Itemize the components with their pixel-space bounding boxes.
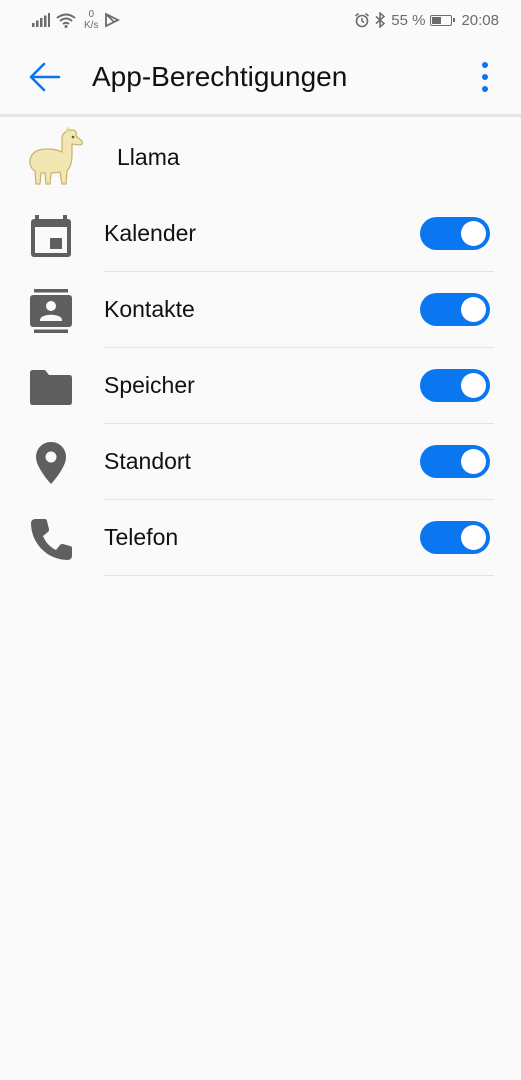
page-title: App-Berechtigungen (92, 61, 348, 92)
permission-row-standort[interactable]: Standort (0, 424, 521, 500)
play-store-icon (105, 12, 121, 28)
permission-label: Standort (104, 448, 191, 474)
clock: 20:08 (461, 11, 499, 29)
status-bar: 0 K/s 55 % 20:08 (0, 0, 521, 40)
back-button[interactable] (28, 60, 62, 94)
arrow-left-icon (29, 62, 61, 92)
toggle-knob (461, 221, 486, 246)
battery-icon (430, 14, 456, 26)
app-bar: App-Berechtigungen (0, 40, 521, 117)
llama-app-icon (29, 126, 83, 185)
alarm-icon (355, 12, 370, 28)
network-speed: 0 K/s (84, 9, 98, 31)
status-left: 0 K/s (32, 9, 121, 31)
battery-percent: 55 % (391, 11, 426, 29)
permission-label: Kontakte (104, 296, 195, 322)
bluetooth-icon (375, 12, 386, 28)
permission-row-telefon[interactable]: Telefon (0, 500, 521, 576)
toggle-knob (461, 297, 486, 322)
permission-toggle-standort[interactable] (420, 445, 490, 478)
toggle-knob (461, 373, 486, 398)
toggle-knob (461, 525, 486, 550)
permission-row-kalender[interactable]: Kalender (0, 196, 521, 272)
more-options-button[interactable] (470, 58, 500, 96)
more-vert-icon (482, 62, 488, 92)
permission-row-speicher[interactable]: Speicher (0, 348, 521, 424)
permission-toggle-kontakte[interactable] (420, 293, 490, 326)
permission-label: Speicher (104, 372, 195, 398)
permission-row-kontakte[interactable]: Kontakte (0, 272, 521, 348)
calendar-icon (31, 215, 71, 257)
folder-icon (30, 370, 72, 405)
status-right: 55 % 20:08 (354, 9, 499, 31)
phone-icon (31, 519, 72, 560)
location-pin-icon (36, 442, 66, 484)
divider (104, 575, 494, 576)
wifi-icon (56, 13, 76, 28)
signal-icon (32, 13, 50, 27)
permission-label: Telefon (104, 524, 179, 550)
permission-toggle-kalender[interactable] (420, 217, 490, 250)
permission-toggle-telefon[interactable] (420, 521, 490, 554)
contacts-icon (30, 289, 72, 333)
network-speed-value: 0 (88, 9, 94, 20)
permission-toggle-speicher[interactable] (420, 369, 490, 402)
battery-level-fill (432, 16, 442, 24)
app-info-row: Llama (0, 118, 521, 196)
app-name: Llama (117, 144, 180, 170)
toggle-knob (461, 449, 486, 474)
network-speed-unit: K/s (84, 20, 99, 31)
permission-label: Kalender (104, 220, 197, 246)
